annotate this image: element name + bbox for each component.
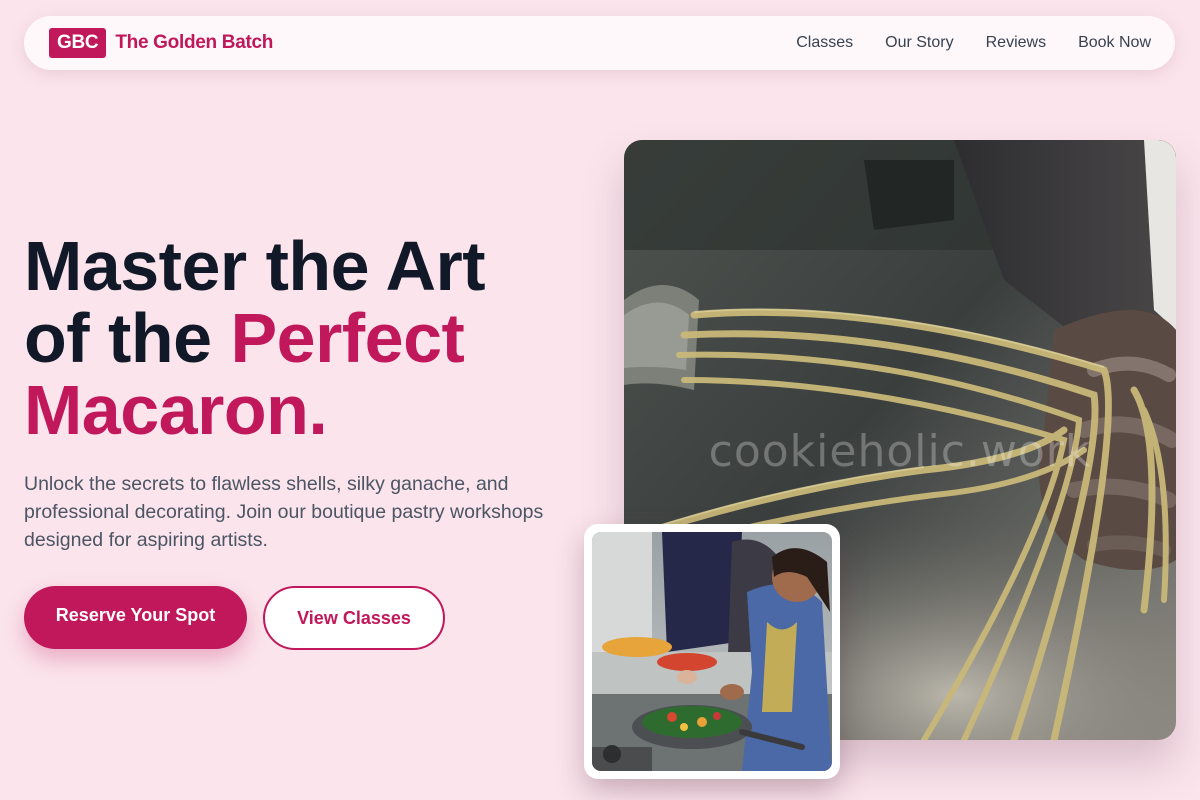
brand-name[interactable]: The Golden Batch [115, 32, 273, 54]
nav-links: Classes Our Story Reviews Book Now [796, 34, 1151, 52]
hero-title-line1: Master the Art [24, 227, 486, 305]
hero-inset-image [584, 524, 840, 779]
hero-subtitle: Unlock the secrets to flawless shells, s… [24, 473, 544, 551]
hero-title-accent-perfect: Perfect [230, 299, 465, 377]
nav-link-classes[interactable]: Classes [796, 34, 853, 52]
nav-link-reviews[interactable]: Reviews [986, 34, 1046, 52]
view-classes-button[interactable]: View Classes [263, 586, 445, 650]
nav-link-our-story[interactable]: Our Story [885, 34, 953, 52]
hero-title-line2-prefix: of the [24, 299, 231, 377]
brand[interactable]: GBC The Golden Batch [49, 28, 273, 58]
top-navbar: GBC The Golden Batch Classes Our Story R… [24, 16, 1175, 70]
reserve-spot-button[interactable]: Reserve Your Spot [24, 586, 247, 649]
image-watermark: cookieholic.work [708, 426, 1092, 477]
logo-badge[interactable]: GBC [49, 28, 107, 58]
nav-link-book-now[interactable]: Book Now [1078, 34, 1151, 52]
hero-title: Master the Art of the Perfect Macaron. [24, 230, 584, 446]
cooking-class-photo [592, 532, 832, 771]
inset-image-frame [592, 532, 832, 771]
hero-title-accent-macaron: Macaron. [24, 371, 328, 449]
